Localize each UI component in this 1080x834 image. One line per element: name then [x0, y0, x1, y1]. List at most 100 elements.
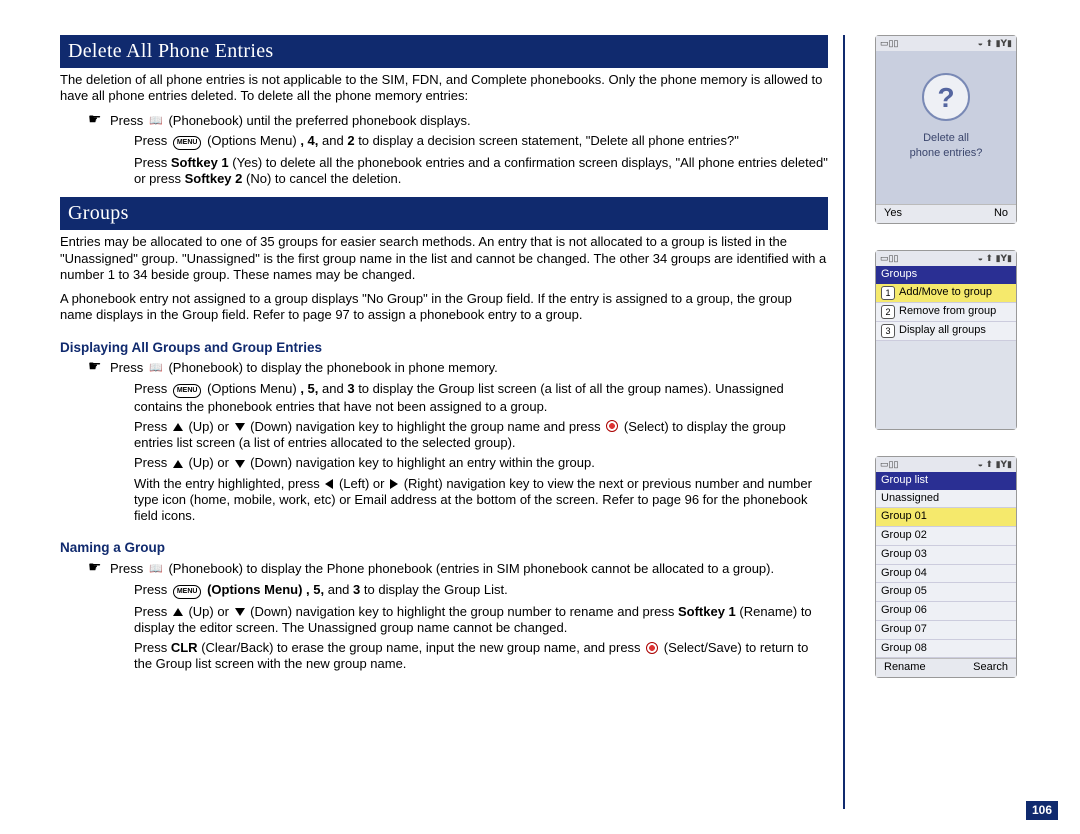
item-number: 2 [881, 305, 895, 319]
groups-p2: A phonebook entry not assigned to a grou… [60, 291, 828, 324]
menu-item[interactable]: 1 Add/Move to group [876, 284, 1016, 303]
text: Press [134, 640, 171, 655]
select-icon [646, 642, 658, 654]
text: Softkey 1 [678, 604, 736, 619]
list-item[interactable]: Group 04 [876, 565, 1016, 584]
phone-screenshot-delete-dialog: ▭▯▯◒ ⬆ ▮𝗬▮ ? Delete all phone entries? Y… [875, 35, 1017, 224]
text: (Clear/Back) to erase the group name, in… [201, 640, 644, 655]
softkey-rename[interactable]: Rename [884, 661, 926, 675]
dg-step-4: Press (Up) or (Down) navigation key to h… [134, 455, 828, 471]
ng-step-3: Press (Up) or (Down) navigation key to h… [134, 604, 828, 637]
text: Press [134, 155, 171, 170]
status-bar: ▭▯▯◒ ⬆ ▮𝗬▮ [876, 251, 1016, 266]
ng-step-2: Press MENU (Options Menu) , 5, and 3 to … [134, 582, 828, 600]
dg-step-3: Press (Up) or (Down) navigation key to h… [134, 419, 828, 452]
text: 3 [353, 582, 360, 597]
list-item[interactable]: Group 07 [876, 621, 1016, 640]
menu-icon: MENU [173, 136, 202, 150]
group-list: Unassigned Group 01 Group 02 Group 03 Group … [876, 490, 1016, 659]
select-icon [606, 420, 618, 432]
item-label: Group 04 [881, 567, 927, 581]
list-item[interactable]: Group 05 [876, 583, 1016, 602]
softkey-no[interactable]: No [994, 207, 1008, 221]
up-icon [173, 423, 183, 431]
main-column: Delete All Phone Entries The deletion of… [60, 35, 845, 809]
item-label: Unassigned [881, 492, 939, 506]
delete-step-3: Press Softkey 1 (Yes) to delete all the … [134, 155, 828, 188]
list-item[interactable]: Group 02 [876, 527, 1016, 546]
status-bar: ▭▯▯◒ ⬆ ▮𝗬▮ [876, 457, 1016, 472]
text: to display a decision screen statement, … [358, 133, 739, 148]
down-icon [235, 608, 245, 616]
text: (Phonebook) until the preferred phoneboo… [168, 113, 470, 128]
menu-icon: MENU [173, 384, 202, 398]
dialog-body: ? Delete all phone entries? [876, 51, 1016, 204]
item-label: Add/Move to group [899, 286, 992, 300]
text: , 5, [300, 381, 318, 396]
text: (Options Menu) , 5, [207, 582, 324, 597]
phonebook-icon [149, 563, 163, 576]
text: Softkey 2 [185, 171, 243, 186]
softkey-search[interactable]: Search [973, 661, 1008, 675]
down-icon [235, 460, 245, 468]
text: (Phonebook) to display the phonebook in … [168, 360, 497, 375]
dg-step-5: With the entry highlighted, press (Left)… [134, 476, 828, 525]
item-label: Group 07 [881, 623, 927, 637]
text: (Left) or [339, 476, 388, 491]
item-label: Display all groups [899, 324, 986, 338]
text: (Phonebook) to display the Phone phonebo… [168, 561, 774, 576]
text: With the entry highlighted, press [134, 476, 323, 491]
ng-step-1: ☛ Press (Phonebook) to display the Phone… [88, 561, 828, 577]
screen-title: Groups [876, 266, 1016, 284]
list-item[interactable]: Unassigned [876, 490, 1016, 509]
text: (Down) navigation key to highlight an en… [250, 455, 595, 470]
list-item[interactable]: Group 06 [876, 602, 1016, 621]
text: and [322, 381, 347, 396]
menu-item[interactable]: 2Remove from group [876, 303, 1016, 322]
list-item[interactable]: Group 03 [876, 546, 1016, 565]
text: (Up) or [188, 455, 232, 470]
item-label: Group 08 [881, 642, 927, 656]
delete-step-1: ☛ Press (Phonebook) until the preferred … [88, 113, 828, 129]
text: Press [134, 582, 171, 597]
groups-p1: Entries may be allocated to one of 35 gr… [60, 234, 828, 283]
text: Press [134, 455, 171, 470]
up-icon [173, 460, 183, 468]
item-label: Group 01 [881, 510, 927, 524]
list-item[interactable]: Group 08 [876, 640, 1016, 659]
pointer-icon: ☛ [88, 360, 110, 376]
page-number: 106 [1026, 801, 1058, 820]
left-icon [325, 479, 333, 489]
question-icon: ? [922, 73, 970, 121]
list-item[interactable]: Group 01 [876, 508, 1016, 527]
right-icon [390, 479, 398, 489]
softkey-yes[interactable]: Yes [884, 207, 902, 221]
text: and [328, 582, 353, 597]
text: Press [110, 360, 147, 375]
item-label: Group 06 [881, 604, 927, 618]
text: Press [134, 381, 171, 396]
text: (Options Menu) [207, 133, 297, 148]
menu-item[interactable]: 3Display all groups [876, 322, 1016, 341]
subhead-naming-group: Naming a Group [60, 540, 828, 557]
delete-step-2: Press MENU (Options Menu) , 4, and 2 to … [134, 133, 828, 151]
text: Softkey 1 [171, 155, 229, 170]
text: 2 [347, 133, 354, 148]
empty-area [876, 341, 1016, 429]
subhead-display-groups: Displaying All Groups and Group Entries [60, 340, 828, 357]
text: Press [134, 419, 171, 434]
text: 3 [347, 381, 354, 396]
delete-intro: The deletion of all phone entries is not… [60, 72, 828, 105]
text: CLR [171, 640, 198, 655]
item-number: 1 [881, 286, 895, 300]
heading-delete-all: Delete All Phone Entries [60, 35, 828, 68]
item-label: Group 05 [881, 585, 927, 599]
item-label: Group 02 [881, 529, 927, 543]
pointer-icon: ☛ [88, 561, 110, 577]
side-column: ▭▯▯◒ ⬆ ▮𝗬▮ ? Delete all phone entries? Y… [845, 35, 1050, 809]
dialog-line-1: Delete all [882, 131, 1010, 145]
text: , 4, [300, 133, 318, 148]
phonebook-icon [149, 115, 163, 128]
dialog-line-2: phone entries? [882, 146, 1010, 160]
text: and [322, 133, 347, 148]
